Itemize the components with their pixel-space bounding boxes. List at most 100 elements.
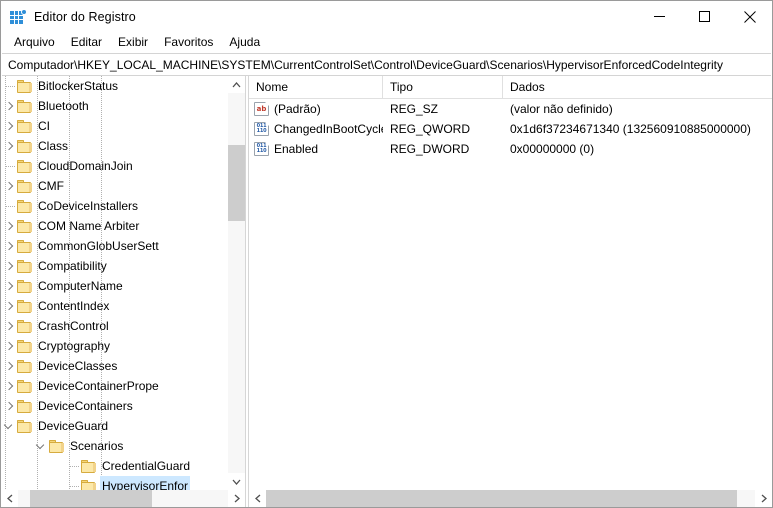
tree-expand-toggle[interactable]	[1, 376, 17, 396]
menu-item-ajuda[interactable]: Ajuda	[221, 33, 268, 52]
chevron-down-icon[interactable]	[5, 422, 14, 431]
tree-item-bluetooth[interactable]: Bluetooth	[1, 96, 228, 116]
tree-expand-toggle[interactable]	[1, 336, 17, 356]
tree-expand-toggle[interactable]	[1, 96, 17, 116]
tree-scroll-right-button[interactable]	[228, 490, 245, 507]
value-type-cell: REG_DWORD	[390, 142, 470, 156]
tree-item-codeviceinstallers[interactable]: CoDeviceInstallers	[1, 196, 228, 216]
list-hscroll-track[interactable]	[266, 490, 755, 507]
folder-icon	[17, 99, 33, 113]
chevron-right-icon[interactable]	[5, 302, 14, 311]
tree-expand-toggle[interactable]	[1, 296, 17, 316]
tree-expand-toggle[interactable]	[1, 116, 17, 136]
tree-expand-toggle[interactable]	[1, 396, 17, 416]
tree-expand-toggle[interactable]	[1, 216, 17, 236]
tree-item-label: DeviceClasses	[38, 359, 118, 373]
menu-item-arquivo[interactable]: Arquivo	[6, 33, 63, 52]
chevron-right-icon[interactable]	[5, 282, 14, 291]
chevron-right-icon[interactable]	[5, 362, 14, 371]
chevron-right-icon[interactable]	[5, 382, 14, 391]
list-scroll-left-button[interactable]	[249, 490, 266, 507]
tree-scroll-left-button[interactable]	[1, 490, 18, 507]
tree-item-deviceclasses[interactable]: DeviceClasses	[1, 356, 228, 376]
column-header-dados[interactable]: Dados	[503, 76, 772, 98]
tree-item-label: CredentialGuard	[102, 459, 191, 473]
column-header-tipo[interactable]: Tipo	[383, 76, 503, 98]
folder-icon	[81, 459, 97, 473]
chevron-right-icon[interactable]	[5, 182, 14, 191]
folder-icon	[17, 79, 33, 93]
chevron-right-icon[interactable]	[5, 142, 14, 151]
tree-item-crashcontrol[interactable]: CrashControl	[1, 316, 228, 336]
chevron-right-icon[interactable]	[5, 222, 14, 231]
chevron-right-icon[interactable]	[5, 242, 14, 251]
tree-item-label: COM Name Arbiter	[38, 219, 140, 233]
tree-item-devicecontainers[interactable]: DeviceContainers	[1, 396, 228, 416]
tree-item-cryptography[interactable]: Cryptography	[1, 336, 228, 356]
tree-scroll-down-button[interactable]	[228, 473, 245, 490]
tree-item-hypervisorenfor[interactable]: HypervisorEnfor	[1, 476, 228, 490]
tree-collapse-toggle[interactable]	[33, 436, 49, 456]
tree-item-com-name-arbiter[interactable]: COM Name Arbiter	[1, 216, 228, 236]
tree-item-deviceguard[interactable]: DeviceGuard	[1, 416, 228, 436]
menu-item-editar[interactable]: Editar	[63, 33, 110, 52]
tree-vertical-scrollbar[interactable]	[227, 76, 245, 490]
tree-item-computername[interactable]: ComputerName	[1, 276, 228, 296]
menu-item-favoritos[interactable]: Favoritos	[156, 33, 221, 52]
list-hscroll-thumb[interactable]	[266, 490, 737, 507]
tree-item-scenarios[interactable]: Scenarios	[1, 436, 228, 456]
folder-icon	[17, 179, 33, 193]
tree-item-ci[interactable]: CI	[1, 116, 228, 136]
chevron-right-icon[interactable]	[5, 402, 14, 411]
value-name-cell: ab (Padrão)	[249, 102, 383, 116]
chevron-right-icon[interactable]	[5, 102, 14, 111]
tree-item-compatibility[interactable]: Compatibility	[1, 256, 228, 276]
tree-hscroll-track[interactable]	[18, 490, 228, 507]
value-name-text: ChangedInBootCycle	[274, 122, 383, 136]
table-row[interactable]: 011 110 ChangedInBootCycle REG_QWORD 0x1d6f3…	[249, 119, 772, 139]
column-header-nome[interactable]: Nome	[249, 76, 383, 98]
tree-hscroll-thumb[interactable]	[30, 490, 152, 507]
tree-item-credentialguard[interactable]: CredentialGuard	[1, 456, 228, 476]
tree-expand-toggle[interactable]	[1, 236, 17, 256]
menu-item-exibir[interactable]: Exibir	[110, 33, 156, 52]
close-button[interactable]	[727, 1, 772, 32]
chevron-right-icon[interactable]	[5, 342, 14, 351]
tree-item-class[interactable]: Class	[1, 136, 228, 156]
tree-item-label: Bluetooth	[38, 99, 89, 113]
tree-expand-toggle[interactable]	[1, 276, 17, 296]
registry-tree[interactable]: BitlockerStatus Bluetooth CI Class CloudDoma…	[1, 76, 245, 490]
registry-values-list[interactable]: ab (Padrão) REG_SZ (valor não definido) 011 1…	[249, 99, 772, 489]
tree-scroll-thumb[interactable]	[228, 145, 245, 221]
minimize-button[interactable]	[637, 1, 682, 32]
tree-item-bitlockerstatus[interactable]: BitlockerStatus	[1, 76, 228, 96]
tree-expand-toggle[interactable]	[1, 316, 17, 336]
tree-expand-toggle[interactable]	[1, 356, 17, 376]
tree-expand-toggle[interactable]	[1, 176, 17, 196]
chevron-right-icon[interactable]	[5, 322, 14, 331]
chevron-right-icon[interactable]	[5, 262, 14, 271]
tree-item-commonglobusersett[interactable]: CommonGlobUserSett	[1, 236, 228, 256]
tree-expand-toggle[interactable]	[1, 136, 17, 156]
chevron-right-icon[interactable]	[5, 122, 14, 131]
tree-scroll-track[interactable]	[228, 93, 245, 473]
chevron-down-icon[interactable]	[37, 442, 46, 451]
value-name-text: (Padrão)	[274, 102, 321, 116]
tree-item-devicecontainerprope[interactable]: DeviceContainerPrope	[1, 376, 228, 396]
tree-horizontal-scrollbar[interactable]	[1, 490, 245, 507]
tree-item-clouddomainjoin[interactable]: CloudDomainJoin	[1, 156, 228, 176]
tree-expand-toggle[interactable]	[1, 256, 17, 276]
tree-collapse-toggle[interactable]	[1, 416, 17, 436]
table-row[interactable]: 011 110 Enabled REG_DWORD 0x00000000 (0)	[249, 139, 772, 159]
tree-scroll-up-button[interactable]	[228, 76, 245, 93]
list-horizontal-scrollbar[interactable]	[249, 489, 772, 507]
list-scroll-right-button[interactable]	[755, 490, 772, 507]
table-row[interactable]: ab (Padrão) REG_SZ (valor não definido)	[249, 99, 772, 119]
address-bar[interactable]: Computador\HKEY_LOCAL_MACHINE\SYSTEM\Cur…	[2, 53, 771, 76]
maximize-button[interactable]	[682, 1, 727, 32]
tree-item-contentindex[interactable]: ContentIndex	[1, 296, 228, 316]
value-name-cell: 011 110 Enabled	[249, 142, 383, 156]
tree-item-cmf[interactable]: CMF	[1, 176, 228, 196]
tree-item-label: Class	[38, 139, 69, 153]
value-data-cell: 0x1d6f37234671340 (132560910885000000)	[510, 122, 751, 136]
